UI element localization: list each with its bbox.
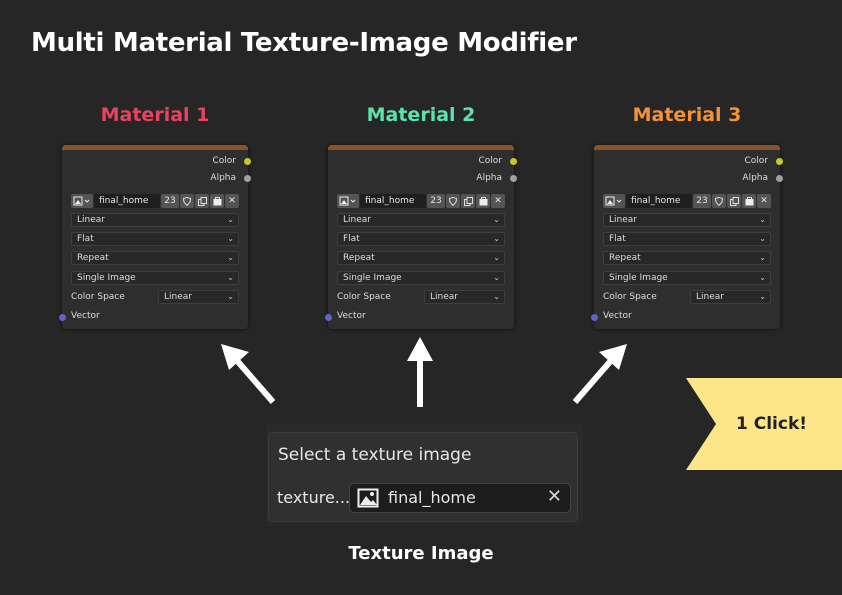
arrow-up-icon: [407, 337, 433, 407]
output-color-label: Color: [744, 156, 769, 166]
unlink-close-icon[interactable]: ✕: [757, 194, 771, 208]
projection-dropdown[interactable]: Flat ⌄: [603, 232, 771, 246]
texture-image-panel: Select a texture image texture... final_…: [266, 424, 583, 526]
color-output-socket[interactable]: [510, 158, 517, 165]
arrow-up-left-icon: [221, 344, 276, 404]
image-icon[interactable]: [357, 488, 379, 508]
image-texture-node-1[interactable]: Color Alpha final_home 23 ✕ Linear ⌄ Flat…: [59, 145, 251, 329]
material-3-label: Material 3: [632, 104, 742, 126]
color-output-socket[interactable]: [244, 158, 251, 165]
texture-image-field[interactable]: final_home ✕: [349, 483, 571, 513]
image-name-field[interactable]: final_home: [626, 194, 692, 208]
color-space-label: Color Space: [71, 292, 125, 302]
arrow-up-right-icon: [572, 344, 627, 404]
interpolation-dropdown[interactable]: Linear ⌄: [71, 213, 239, 227]
chevron-down-icon: ⌄: [227, 292, 234, 301]
vector-input-socket[interactable]: [325, 314, 332, 321]
image-users-count[interactable]: 23: [693, 194, 711, 208]
image-name-field[interactable]: final_home: [360, 194, 426, 208]
chevron-down-icon: ⌄: [493, 292, 500, 301]
output-color-label: Color: [212, 156, 237, 166]
alpha-output-socket[interactable]: [510, 175, 517, 182]
interpolation-dropdown[interactable]: Linear ⌄: [603, 213, 771, 227]
interpolation-dropdown[interactable]: Linear ⌄: [337, 213, 505, 227]
vector-input-label: Vector: [603, 311, 632, 321]
chevron-down-icon: ⌄: [227, 234, 234, 243]
fake-user-shield-icon[interactable]: [180, 194, 194, 208]
material-2-label: Material 2: [366, 104, 476, 126]
chevron-down-icon: ⌄: [759, 273, 766, 282]
image-selector-row: final_home 23 ✕: [71, 194, 239, 208]
projection-dropdown[interactable]: Flat ⌄: [337, 232, 505, 246]
chevron-down-icon: ⌄: [759, 234, 766, 243]
output-alpha-label: Alpha: [210, 173, 236, 183]
alpha-output-socket[interactable]: [244, 175, 251, 182]
color-space-dropdown[interactable]: Linear ⌄: [690, 290, 771, 304]
chevron-down-icon: ⌄: [493, 234, 500, 243]
chevron-down-icon: ⌄: [227, 273, 234, 282]
image-selector-row: final_home 23 ✕: [603, 194, 771, 208]
image-selector-row: final_home 23 ✕: [337, 194, 505, 208]
texture-image-caption: Texture Image: [348, 543, 494, 564]
clear-close-icon[interactable]: ✕: [547, 486, 562, 507]
image-browse-icon[interactable]: [71, 194, 93, 208]
pack-image-icon[interactable]: [210, 194, 224, 208]
unlink-close-icon[interactable]: ✕: [225, 194, 239, 208]
color-space-dropdown[interactable]: Linear ⌄: [158, 290, 239, 304]
duplicate-icon[interactable]: [461, 194, 475, 208]
fake-user-shield-icon[interactable]: [712, 194, 726, 208]
chevron-down-icon: ⌄: [759, 292, 766, 301]
unlink-close-icon[interactable]: ✕: [491, 194, 505, 208]
vector-input-socket[interactable]: [59, 314, 66, 321]
output-alpha-label: Alpha: [742, 173, 768, 183]
chevron-down-icon: ⌄: [227, 253, 234, 262]
pack-image-icon[interactable]: [476, 194, 490, 208]
output-color-label: Color: [478, 156, 503, 166]
chevron-down-icon: ⌄: [759, 215, 766, 224]
fake-user-shield-icon[interactable]: [446, 194, 460, 208]
chevron-down-icon: ⌄: [227, 215, 234, 224]
extension-dropdown[interactable]: Repeat ⌄: [71, 251, 239, 265]
color-output-socket[interactable]: [776, 158, 783, 165]
image-name-field[interactable]: final_home: [94, 194, 160, 208]
material-1-label: Material 1: [100, 104, 210, 126]
image-texture-node-3[interactable]: Color Alpha final_home 23 ✕ Linear ⌄ Flat…: [591, 145, 783, 329]
panel-title: Select a texture image: [278, 445, 472, 465]
chevron-down-icon: ⌄: [493, 253, 500, 262]
node-header[interactable]: [328, 145, 514, 150]
output-alpha-label: Alpha: [476, 173, 502, 183]
image-texture-node-2[interactable]: Color Alpha final_home 23 ✕ Linear ⌄ Flat…: [325, 145, 517, 329]
chevron-down-icon: ⌄: [493, 273, 500, 282]
vector-input-socket[interactable]: [591, 314, 598, 321]
image-browse-icon[interactable]: [603, 194, 625, 208]
node-header[interactable]: [594, 145, 780, 150]
source-dropdown[interactable]: Single Image ⌄: [337, 271, 505, 285]
source-dropdown[interactable]: Single Image ⌄: [71, 271, 239, 285]
vector-input-label: Vector: [71, 311, 100, 321]
texture-image-name: final_home: [388, 488, 476, 507]
color-space-label: Color Space: [603, 292, 657, 302]
color-space-label: Color Space: [337, 292, 391, 302]
node-header[interactable]: [62, 145, 248, 150]
texture-image-panel-box: Select a texture image texture... final_…: [268, 432, 578, 522]
source-dropdown[interactable]: Single Image ⌄: [603, 271, 771, 285]
image-users-count[interactable]: 23: [427, 194, 445, 208]
texture-field-label: texture...: [277, 488, 351, 507]
page-title: Multi Material Texture-Image Modifier: [31, 28, 577, 58]
chevron-down-icon: ⌄: [759, 253, 766, 262]
color-space-dropdown[interactable]: Linear ⌄: [424, 290, 505, 304]
extension-dropdown[interactable]: Repeat ⌄: [337, 251, 505, 265]
one-click-badge-text: 1 Click!: [736, 414, 808, 434]
extension-dropdown[interactable]: Repeat ⌄: [603, 251, 771, 265]
image-browse-icon[interactable]: [337, 194, 359, 208]
duplicate-icon[interactable]: [727, 194, 741, 208]
pack-image-icon[interactable]: [742, 194, 756, 208]
projection-dropdown[interactable]: Flat ⌄: [71, 232, 239, 246]
vector-input-label: Vector: [337, 311, 366, 321]
alpha-output-socket[interactable]: [776, 175, 783, 182]
image-users-count[interactable]: 23: [161, 194, 179, 208]
duplicate-icon[interactable]: [195, 194, 209, 208]
chevron-down-icon: ⌄: [493, 215, 500, 224]
